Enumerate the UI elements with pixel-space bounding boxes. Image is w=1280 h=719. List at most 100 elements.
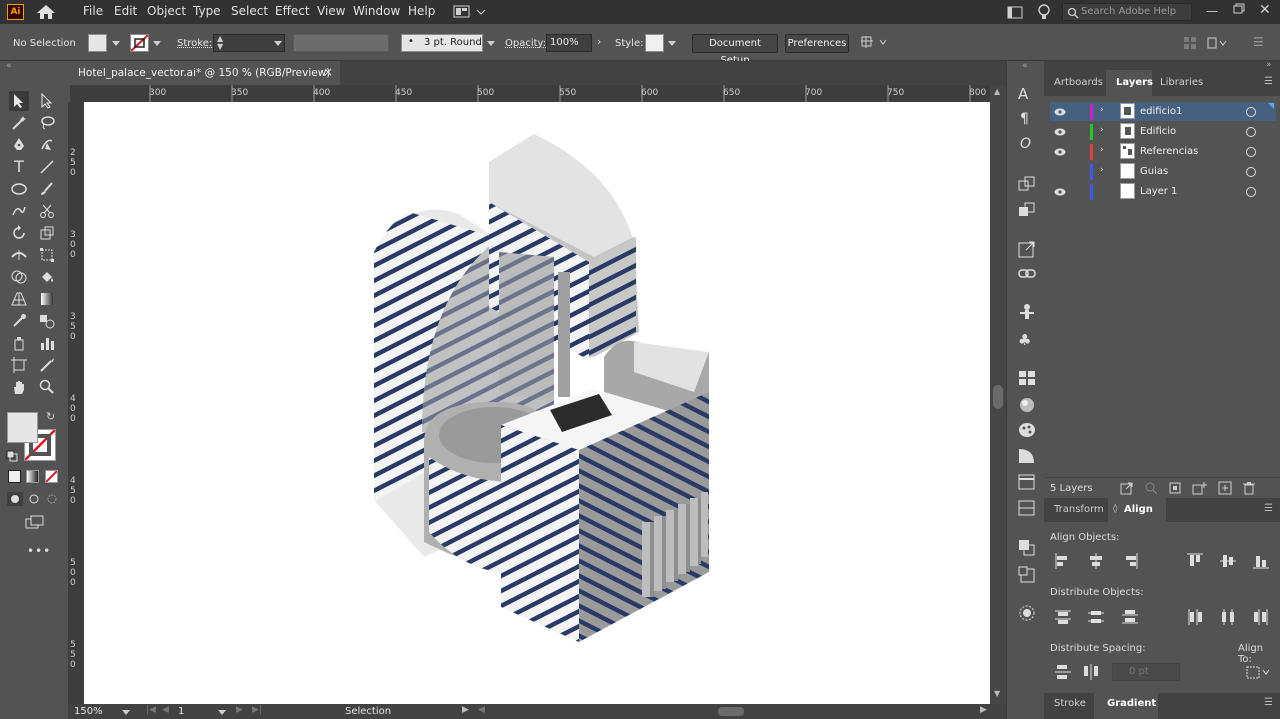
zoom-tool-icon[interactable]: [37, 377, 57, 397]
artboard-number[interactable]: 1: [178, 706, 184, 717]
selection-tool-icon[interactable]: [9, 91, 29, 111]
artboards-strip-icon[interactable]: [1018, 566, 1036, 587]
brush-definition[interactable]: • 3 pt. Round: [401, 34, 483, 52]
opacity-label[interactable]: Opacity:: [505, 38, 546, 49]
layer-visibility-eye-icon[interactable]: [1054, 148, 1066, 156]
vertical-scroll-thumb[interactable]: [993, 385, 1003, 409]
zoom-dropdown-icon[interactable]: [122, 710, 130, 715]
stroke-weight-field[interactable]: ▲ ▼: [213, 34, 285, 52]
artboard-dropdown-icon[interactable]: [218, 710, 226, 715]
paintbrush-tool-icon[interactable]: [37, 179, 57, 199]
swatches-panel-icon[interactable]: [1018, 370, 1036, 389]
perspective-grid-tool-icon[interactable]: [9, 289, 29, 309]
vertical-distribute-space-icon[interactable]: [1054, 663, 1072, 681]
stepper-icon[interactable]: ▲ ▼: [217, 35, 223, 51]
image-trace-icon[interactable]: [1018, 176, 1036, 195]
locate-object-icon[interactable]: [1144, 481, 1158, 498]
brush-dropdown-icon[interactable]: [487, 41, 495, 46]
paragraph-panel-icon[interactable]: ¶: [1020, 111, 1029, 127]
links-panel-icon[interactable]: [1018, 267, 1036, 284]
none-mode-icon[interactable]: [45, 470, 58, 483]
navigator-icon[interactable]: [1018, 604, 1036, 625]
document-setup-button[interactable]: Document Setup: [692, 34, 778, 66]
align-right-icon[interactable]: [1121, 552, 1139, 570]
menu-view[interactable]: View: [317, 4, 345, 18]
layer-row-edificio1[interactable]: › edificio1: [1050, 102, 1276, 121]
type-tool-icon[interactable]: T: [9, 157, 29, 177]
export-link-icon[interactable]: [1018, 240, 1036, 261]
blend-tool-icon[interactable]: [37, 311, 57, 331]
distribute-top-icon[interactable]: [1054, 608, 1072, 626]
transparency-panel-icon[interactable]: [1018, 500, 1036, 519]
screen-mode-icon[interactable]: [25, 515, 45, 532]
arrange-icon[interactable]: [861, 36, 889, 53]
layer-row-layer-1[interactable]: Layer 1: [1050, 182, 1276, 201]
swap-fill-stroke-icon[interactable]: ↻: [46, 410, 55, 423]
minimize-window-icon[interactable]: —: [1206, 4, 1218, 18]
align-horizontal-center-icon[interactable]: [1087, 552, 1105, 570]
color-guide-icon[interactable]: [1018, 422, 1036, 441]
control-bar-menu-icon[interactable]: ☰: [1253, 35, 1264, 49]
line-segment-tool-icon[interactable]: [37, 157, 57, 177]
draw-inside-icon[interactable]: [45, 492, 59, 509]
layer-name[interactable]: Edificio: [1140, 126, 1176, 137]
distribute-vertical-center-icon[interactable]: [1087, 608, 1105, 626]
expand-panels-icon[interactable]: «: [1022, 61, 1028, 71]
layer-row-edificio[interactable]: › Edificio: [1050, 122, 1276, 141]
layers-panel-menu-icon[interactable]: ☰: [1264, 76, 1273, 87]
fill-swatch[interactable]: [88, 34, 107, 52]
color-mode-icon[interactable]: [8, 470, 21, 483]
tab-artboards[interactable]: Artboards: [1054, 77, 1103, 88]
align-tab-options-icon[interactable]: ◊: [1113, 504, 1117, 514]
distribute-left-icon[interactable]: [1186, 608, 1204, 626]
collapse-toolbar-icon[interactable]: «: [6, 61, 12, 71]
tab-align[interactable]: Align: [1124, 504, 1153, 515]
eyedropper-tool-icon[interactable]: [9, 311, 29, 331]
scroll-up-icon[interactable]: ▲: [994, 87, 1000, 96]
stroke-panel-icon[interactable]: [1018, 474, 1036, 493]
gradient-mode-icon[interactable]: [26, 470, 39, 483]
stroke-dropdown-icon[interactable]: [153, 41, 161, 46]
character-panel-icon[interactable]: A: [1018, 85, 1028, 103]
draw-normal-icon[interactable]: [7, 492, 23, 509]
artboard-tool-icon[interactable]: [9, 355, 29, 375]
graphic-style-swatch[interactable]: [645, 34, 664, 52]
scissors-tool-icon[interactable]: [37, 201, 57, 221]
stroke-label[interactable]: Stroke:: [177, 38, 212, 49]
layer-visibility-eye-icon[interactable]: [1054, 188, 1066, 196]
layer-row-guias[interactable]: › Guias: [1050, 162, 1276, 181]
free-transform-tool-icon[interactable]: [37, 245, 57, 265]
align-top-icon[interactable]: [1186, 552, 1204, 570]
home-icon[interactable]: [36, 4, 56, 23]
edit-toolbar-icon[interactable]: •••: [27, 544, 51, 558]
menu-edit[interactable]: Edit: [114, 4, 137, 18]
layer-name[interactable]: Referencias: [1140, 146, 1198, 157]
align-panel-menu-icon[interactable]: ☰: [1264, 503, 1273, 514]
opacity-field[interactable]: 100%: [546, 34, 592, 52]
vertical-scrollbar[interactable]: ▲ ▼: [990, 85, 1006, 705]
stroke-swatch[interactable]: [130, 34, 149, 52]
layer-target-icon[interactable]: [1246, 107, 1256, 117]
appearance-panel-icon[interactable]: [1018, 396, 1036, 417]
next-artboard-icon[interactable]: ▶: [236, 705, 243, 715]
variable-width-profile[interactable]: [293, 34, 389, 52]
lasso-tool-icon[interactable]: [37, 113, 57, 133]
distribute-right-icon[interactable]: [1252, 608, 1270, 626]
layer-target-icon[interactable]: [1246, 187, 1256, 197]
hotel-building-illustration[interactable]: [84, 102, 990, 705]
gradient-panel-icon[interactable]: [1018, 448, 1036, 467]
symbols-panel-icon[interactable]: ♣: [1018, 331, 1031, 349]
tab-gradient[interactable]: Gradient: [1107, 698, 1156, 709]
align-vertical-center-icon[interactable]: [1219, 552, 1237, 570]
menu-effect[interactable]: Effect: [275, 4, 310, 18]
menu-type[interactable]: Type: [193, 4, 221, 18]
style-dropdown-icon[interactable]: [668, 41, 676, 46]
layer-target-icon[interactable]: [1246, 147, 1256, 157]
new-sublayer-icon[interactable]: [1192, 481, 1208, 498]
status-menu-arrow-icon[interactable]: ▶: [462, 705, 469, 715]
tab-stroke[interactable]: Stroke: [1054, 698, 1086, 709]
first-artboard-icon[interactable]: |◀: [146, 705, 156, 715]
asset-export-icon[interactable]: [1018, 202, 1036, 221]
delete-layer-icon[interactable]: [1242, 481, 1256, 498]
expand-layer-icon[interactable]: ›: [1100, 125, 1104, 135]
